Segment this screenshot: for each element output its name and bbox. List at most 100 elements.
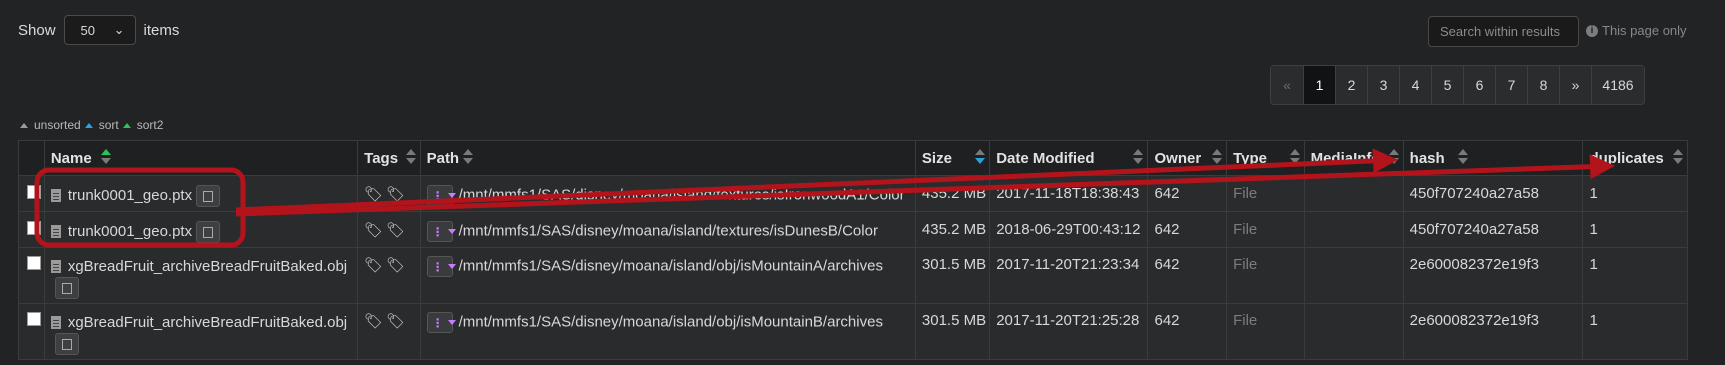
row-select-cell [18,211,45,248]
hash-cell: 2e600082372e19f3 [1402,303,1584,360]
column-header-date-modified[interactable]: Date Modified [989,140,1149,176]
copy-button[interactable] [54,333,79,356]
path-actions-dropdown[interactable]: ⋮ [426,256,456,277]
info-icon: i [1586,24,1598,37]
sort-icon [1212,149,1223,164]
page-button[interactable]: 5 [1432,66,1464,104]
search-input[interactable]: Search within results [1428,16,1579,47]
modified-cell: 2017-11-20T21:25:28 [989,303,1149,360]
column-header-size[interactable]: Size [914,140,991,176]
pagination: « 1 2 3 4 5 6 7 8 » 4186 [1270,65,1645,105]
caret-down-icon [447,320,456,325]
page-button[interactable]: 1 [1304,66,1336,104]
ellipsis-vertical-icon: ⋮ [431,259,444,274]
file-icon [50,260,61,273]
hash-cell: 450f707240a27a58 [1402,175,1584,212]
row-select-cell [18,247,45,304]
sort-legend-item: unsorted [34,118,81,132]
page-only-toggle[interactable]: i This page only [1586,23,1687,38]
type-cell: File [1226,175,1305,212]
column-header-name[interactable]: Name [43,140,359,176]
column-header-type[interactable]: Type [1226,140,1305,176]
page-button[interactable]: 2 [1336,66,1368,104]
results-table: Name Tags Path Size Date Modified Owner … [18,140,1688,360]
sort-icon [1457,149,1468,164]
path-actions-dropdown[interactable]: ⋮ [426,185,456,206]
table-row: trunk0001_geo.ptx 🏷🏷 ⋮ /mnt/mmfs1/SAS/dis… [18,211,1688,248]
page-button[interactable]: 4 [1400,66,1432,104]
tags-cell: 🏷🏷 [357,175,421,212]
row-checkbox[interactable] [27,185,41,199]
column-header-duplicates[interactable]: duplicates [1582,140,1688,176]
column-header-tags[interactable]: Tags [357,140,421,176]
row-checkbox[interactable] [27,221,41,235]
tags-cell: 🏷🏷 [357,211,421,248]
ellipsis-vertical-icon: ⋮ [431,224,444,239]
file-path[interactable]: /mnt/mmfs1/SAS/disney/moana/island/textu… [459,222,878,239]
sort-icon [1673,149,1683,164]
sort-icon [405,149,416,164]
prev-page-button[interactable]: « [1271,66,1304,104]
sort-icon [1289,149,1300,164]
path-cell: ⋮ /mnt/mmfs1/SAS/disney/moana/island/obj/… [419,247,916,304]
name-cell: trunk0001_geo.ptx [43,211,359,248]
path-actions-dropdown[interactable]: ⋮ [426,312,456,333]
column-header-hash[interactable]: hash [1402,140,1584,176]
ellipsis-vertical-icon: ⋮ [431,315,444,330]
duplicates-cell: 1 [1582,211,1688,248]
modified-cell: 2017-11-18T18:38:43 [989,175,1149,212]
path-cell: ⋮ /mnt/mmfs1/SAS/disney/moana/island/obj/… [419,303,916,360]
tag-icon[interactable]: 🏷🏷 [364,257,408,274]
page-only-label: This page only [1602,23,1687,38]
page-button[interactable]: 8 [1528,66,1560,104]
file-name[interactable]: trunk0001_geo.ptx [68,187,192,204]
mediainfo-cell [1303,175,1404,212]
page-button[interactable]: 6 [1464,66,1496,104]
per-page-value: 50 [80,22,95,38]
column-header-path[interactable]: Path [419,140,916,176]
path-actions-dropdown[interactable]: ⋮ [426,221,456,242]
show-label: Show [18,21,56,39]
per-page-select[interactable]: 50 ⌄ [63,15,136,45]
name-cell: xgBreadFruit_archiveBreadFruitBaked.obj [43,303,359,360]
tag-icon[interactable]: 🏷🏷 [364,313,408,330]
page-button[interactable]: 3 [1368,66,1400,104]
copy-button[interactable] [196,221,221,243]
page-button[interactable]: 7 [1496,66,1528,104]
caret-down-icon [447,264,456,269]
sort-icon [1133,149,1144,164]
copy-icon [203,190,214,202]
tag-icon[interactable]: 🏷🏷 [364,222,408,239]
name-cell: xgBreadFruit_archiveBreadFruitBaked.obj [43,247,359,304]
type-cell: File [1226,211,1305,248]
owner-cell: 642 [1147,211,1228,248]
file-name[interactable]: xgBreadFruit_archiveBreadFruitBaked.obj [68,258,347,275]
row-checkbox[interactable] [27,256,41,270]
file-path[interactable]: /mnt/mmfs1/SAS/disney/moana/island/obj/i… [459,313,883,330]
file-icon [50,188,61,202]
copy-button[interactable] [54,277,79,300]
tag-icon[interactable]: 🏷🏷 [364,186,408,203]
column-header-owner[interactable]: Owner [1147,140,1228,176]
items-per-page-control: Show 50 ⌄ items [18,15,179,45]
column-header-mediainfo[interactable]: MediaInfo [1303,140,1404,176]
file-path[interactable]: /mnt/mmfs1/SAS/disney/moana/island/obj/i… [459,257,883,274]
copy-button[interactable] [196,185,221,207]
sort-icon [1388,149,1399,164]
sort-legend-item: sort2 [136,118,164,132]
path-cell: ⋮ /mnt/mmfs1/SAS/disney/moana/island/text… [419,175,916,212]
file-path[interactable]: /mnt/mmfs1/SAS/disney/moana/island/textu… [459,186,905,203]
next-page-button[interactable]: » [1560,66,1592,104]
caret-down-icon [447,229,456,234]
file-name[interactable]: trunk0001_geo.ptx [68,223,192,240]
copy-icon [61,338,72,350]
select-all-header [18,140,45,176]
mediainfo-cell [1303,247,1404,304]
table-row: trunk0001_geo.ptx 🏷🏷 ⋮ /mnt/mmfs1/SAS/dis… [18,175,1688,212]
last-page-button[interactable]: 4186 [1592,66,1644,104]
table-row: xgBreadFruit_archiveBreadFruitBaked.obj … [18,247,1688,304]
chevron-down-icon: ⌄ [113,22,125,37]
file-name[interactable]: xgBreadFruit_archiveBreadFruitBaked.obj [68,314,347,331]
copy-icon [61,282,72,294]
row-checkbox[interactable] [27,312,41,326]
